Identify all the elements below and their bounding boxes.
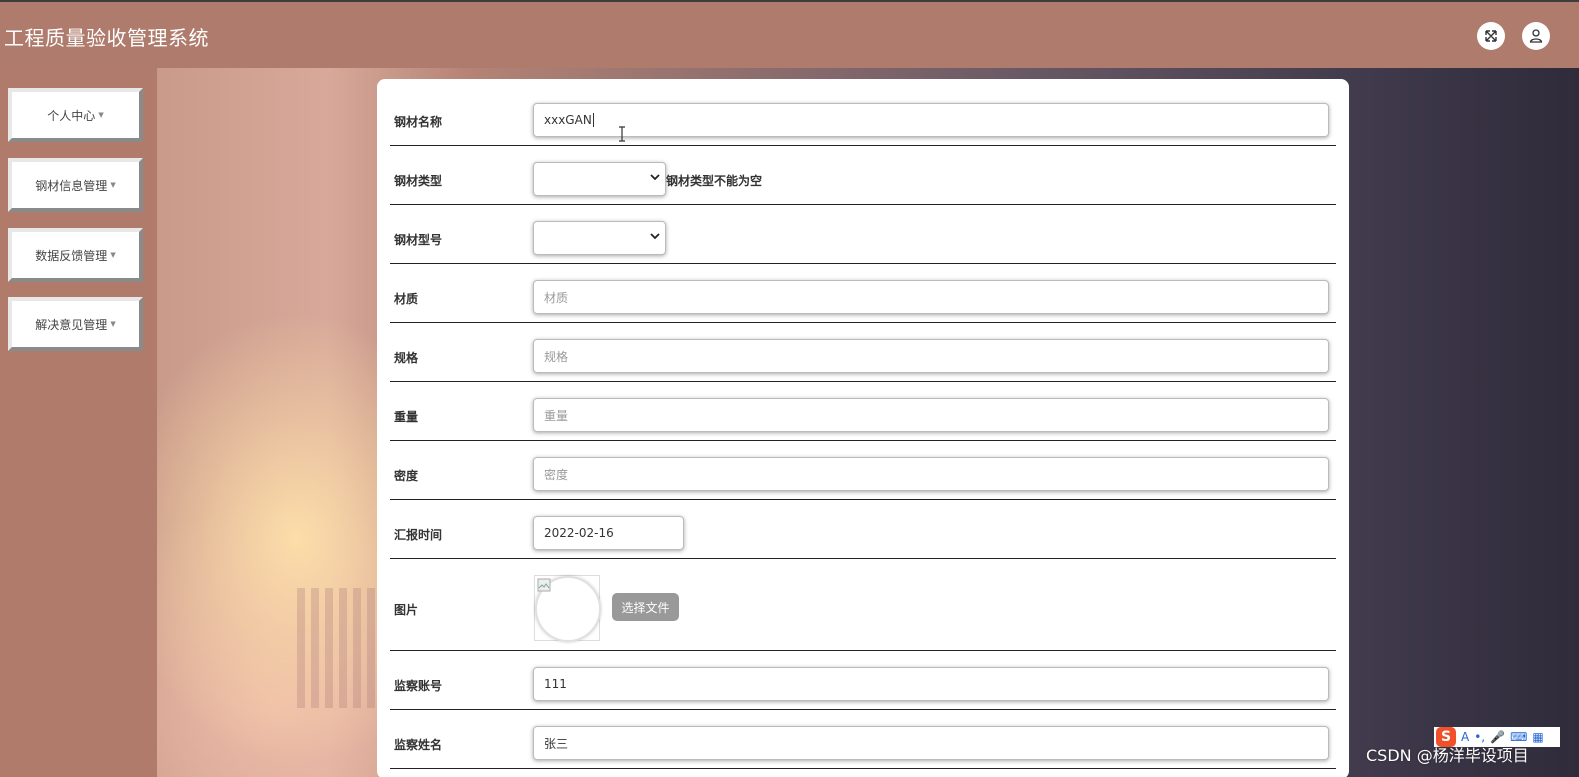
choose-file-button[interactable]: 选择文件	[612, 593, 679, 621]
report-time-date-input[interactable]: 2022-02-16	[533, 516, 684, 550]
steel-form: 钢材名称 xxxGAN 钢材类型 钢材类型不能为空 钢材型号 材质 材质 规格 …	[377, 79, 1349, 777]
supervisor-name-input[interactable]: 张三	[533, 726, 1329, 760]
form-row-steel-model: 钢材型号	[390, 205, 1336, 264]
field-label: 图片	[394, 603, 419, 617]
field-label: 钢材名称	[394, 115, 443, 129]
caret-down-icon: ▼	[98, 111, 104, 119]
sidebar-item-personal-center[interactable]: 个人中心 ▼	[8, 88, 143, 142]
weight-input[interactable]: 重量	[533, 398, 1329, 432]
top-bar: 工程质量验收管理系统	[0, 0, 1579, 68]
field-label: 汇报时间	[394, 528, 443, 542]
sidebar-item-label: 解决意见管理	[35, 317, 108, 332]
field-label: 监察姓名	[394, 738, 443, 752]
sidebar-item-data-feedback[interactable]: 数据反馈管理 ▼	[8, 228, 143, 282]
form-row-image: 图片 选择文件	[390, 559, 1336, 651]
supervisor-account-input[interactable]: 111	[533, 667, 1329, 701]
material-input[interactable]: 材质	[533, 280, 1329, 314]
caret-down-icon: ▼	[110, 181, 116, 189]
form-row-material: 材质 材质	[390, 264, 1336, 323]
form-row-density: 密度 密度	[390, 441, 1336, 500]
form-row-supervisor-account: 监察账号 111	[390, 651, 1336, 710]
field-label: 材质	[394, 292, 419, 306]
image-preview	[534, 575, 601, 642]
field-label: 重量	[394, 410, 419, 424]
density-input[interactable]: 密度	[533, 457, 1329, 491]
form-row-report-time: 汇报时间 2022-02-16	[390, 500, 1336, 559]
field-label: 钢材类型	[394, 174, 443, 188]
field-label: 监察账号	[394, 679, 443, 693]
form-row-steel-type: 钢材类型 钢材类型不能为空	[390, 146, 1336, 205]
fullscreen-icon[interactable]	[1477, 22, 1505, 50]
sidebar-item-label: 个人中心	[47, 108, 96, 123]
chevron-down-icon	[650, 233, 660, 240]
chevron-down-icon	[650, 174, 660, 181]
field-label: 钢材型号	[394, 233, 443, 247]
sidebar-item-steel-info[interactable]: 钢材信息管理 ▼	[8, 158, 143, 212]
ibeam-cursor-icon	[619, 126, 625, 142]
sidebar-item-solutions[interactable]: 解决意见管理 ▼	[8, 297, 143, 351]
form-row-spec: 规格 规格	[390, 323, 1336, 382]
form-row-supervisor-name: 监察姓名 张三	[390, 710, 1336, 769]
form-row-weight: 重量 重量	[390, 382, 1336, 441]
sidebar: 个人中心 ▼ 钢材信息管理 ▼ 数据反馈管理 ▼ 解决意见管理 ▼	[0, 68, 157, 777]
app-title: 工程质量验收管理系统	[4, 26, 209, 50]
grid-icon[interactable]: ▦	[1532, 730, 1543, 744]
caret-down-icon: ▼	[110, 320, 116, 328]
sidebar-item-label: 钢材信息管理	[35, 178, 108, 193]
sidebar-item-label: 数据反馈管理	[35, 248, 108, 263]
user-icon[interactable]	[1522, 22, 1550, 50]
field-label: 密度	[394, 469, 419, 483]
validation-error: 钢材类型不能为空	[666, 174, 763, 188]
text-cursor	[592, 113, 594, 127]
steel-model-select[interactable]	[533, 221, 666, 255]
spec-input[interactable]: 规格	[533, 339, 1329, 373]
watermark: CSDN @杨洋毕设项目	[1366, 746, 1529, 765]
field-label: 规格	[394, 351, 419, 365]
steel-name-input[interactable]: xxxGAN	[533, 103, 1329, 137]
form-row-steel-name: 钢材名称 xxxGAN	[390, 79, 1336, 146]
broken-image-icon	[537, 578, 551, 592]
steel-type-select[interactable]	[533, 162, 666, 196]
caret-down-icon: ▼	[110, 251, 116, 259]
